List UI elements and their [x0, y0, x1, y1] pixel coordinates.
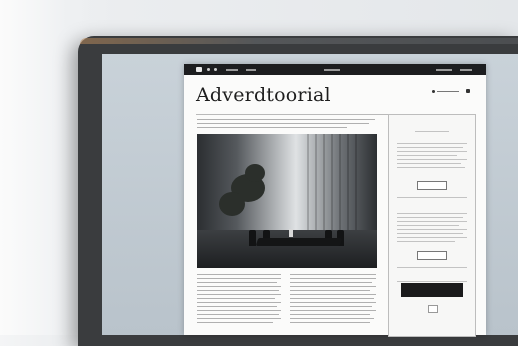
sidebar-icon	[428, 305, 438, 313]
body-text-line	[290, 278, 376, 280]
body-text-line	[290, 302, 376, 304]
body-text-line	[197, 123, 369, 125]
webpage: Adverdtoorial	[184, 64, 486, 337]
sidebar-text-line	[397, 155, 457, 157]
nav-link[interactable]	[436, 68, 452, 71]
sidebar-text-line	[397, 167, 465, 169]
nav-link[interactable]	[246, 68, 256, 71]
body-text-line	[290, 314, 370, 316]
divider	[196, 114, 388, 115]
body-text-line	[290, 294, 376, 296]
sidebar-text-line	[397, 241, 455, 243]
sidebar-divider	[397, 197, 467, 199]
body-text-line	[290, 286, 376, 288]
top-navigation-bar	[184, 64, 486, 75]
sidebar-text-line	[397, 213, 467, 215]
body-text-line	[290, 310, 376, 312]
sidebar-divider	[397, 267, 467, 269]
sidebar-text-line	[397, 163, 461, 165]
body-text-line	[197, 282, 277, 284]
body-text-line	[290, 318, 374, 320]
sidebar-text-line	[397, 159, 467, 161]
logo-icon[interactable]	[196, 67, 202, 72]
body-text-line	[290, 274, 376, 276]
sidebar-text-line	[397, 151, 467, 153]
sidebar	[388, 114, 476, 337]
body-text-line	[197, 127, 347, 129]
account-link[interactable]	[432, 90, 459, 93]
nav-icon[interactable]	[207, 68, 210, 71]
nav-link[interactable]	[324, 68, 340, 71]
sidebar-text-line	[397, 229, 467, 231]
body-text-line	[197, 294, 281, 296]
body-text-line	[197, 318, 281, 320]
subscribe-button[interactable]	[401, 283, 463, 297]
body-text-line	[197, 274, 281, 276]
nav-link[interactable]	[460, 68, 472, 71]
sidebar-text-line	[397, 225, 459, 227]
body-text-line	[197, 286, 281, 288]
body-text-line	[290, 282, 372, 284]
hero-image	[197, 134, 377, 268]
body-text-line	[197, 302, 281, 304]
bezel-highlight	[80, 38, 518, 44]
body-text-line	[197, 306, 277, 308]
sidebar-text-line	[397, 221, 467, 223]
body-text-line	[290, 298, 374, 300]
user-icon	[432, 90, 435, 93]
body-text-line	[197, 298, 275, 300]
body-text-line	[197, 278, 281, 280]
page-title: Adverdtoorial	[196, 84, 331, 106]
nav-link[interactable]	[226, 68, 238, 71]
sidebar-button[interactable]	[417, 251, 447, 260]
body-text-line	[197, 314, 279, 316]
body-text-line	[197, 119, 375, 121]
sidebar-text-line	[397, 147, 463, 149]
sidebar-divider	[397, 281, 467, 283]
body-text-line	[290, 322, 370, 324]
sidebar-text-line	[397, 233, 463, 235]
bag-icon[interactable]	[466, 89, 470, 93]
account-label	[437, 90, 459, 93]
body-text-line	[290, 290, 370, 292]
sidebar-text-line	[397, 143, 467, 145]
sidebar-text-line	[397, 217, 463, 219]
body-text-line	[290, 306, 372, 308]
sidebar-divider	[415, 131, 449, 133]
body-text-line	[197, 310, 281, 312]
sidebar-button[interactable]	[417, 181, 447, 190]
sidebar-text-line	[397, 237, 467, 239]
body-text-line	[197, 290, 279, 292]
body-text-line	[197, 322, 273, 324]
nav-icon[interactable]	[214, 68, 217, 71]
